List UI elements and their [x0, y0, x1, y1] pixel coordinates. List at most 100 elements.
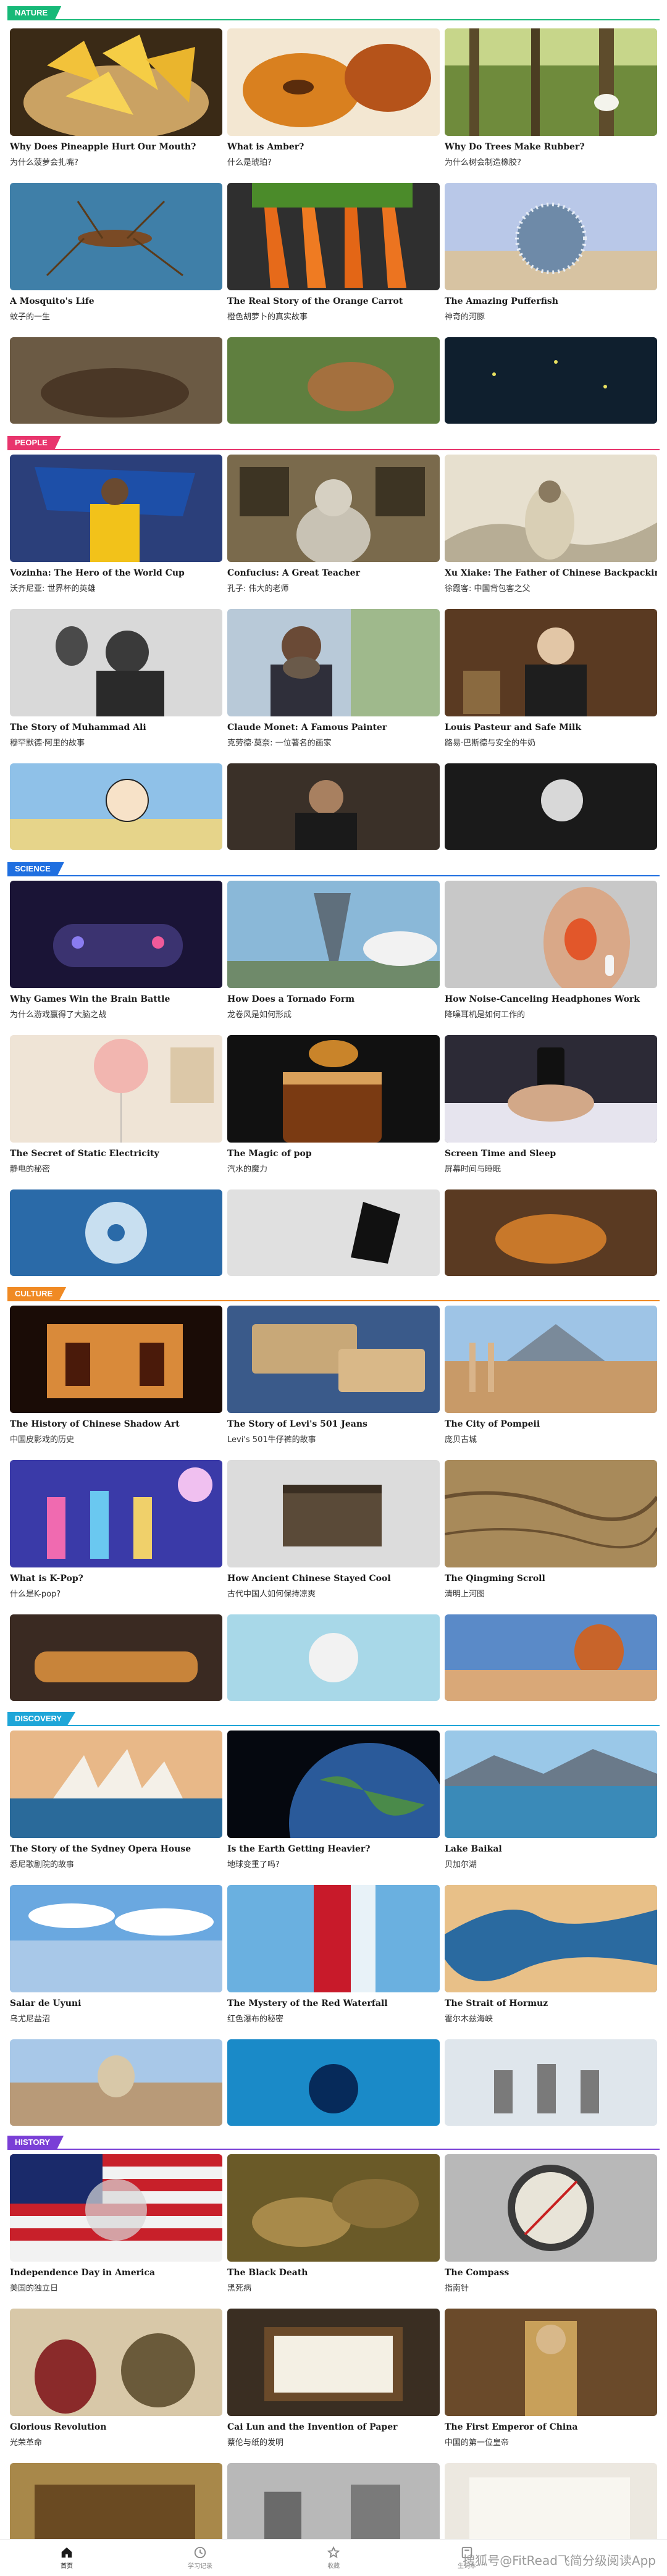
article-thumbnail: [445, 1731, 657, 1838]
article-title-en: The Secret of Static Electricity: [10, 1149, 159, 1159]
article-title-en: The Black Death: [227, 2268, 308, 2278]
article-thumbnail: [227, 2039, 440, 2126]
article-title-zh: 光荣革命: [10, 2438, 43, 2448]
article-thumbnail: [10, 1614, 222, 1701]
article-thumbnail: [227, 763, 440, 850]
section-divider: [7, 1300, 660, 1301]
article-thumbnail: [227, 1306, 440, 1413]
section-header: DISCOVERY: [0, 1712, 667, 1727]
article-title-zh: 蔡伦与纸的发明: [227, 2438, 284, 2448]
article-title-zh: 乌尤尼盐沼: [10, 2015, 51, 2024]
article-thumbnail: [227, 1885, 440, 1992]
article-title-en: The Real Story of the Orange Carrot: [227, 296, 403, 306]
article-title-en: The City of Pompeii: [445, 1419, 540, 1429]
article-title-zh: 中国皮影戏的历史: [10, 1435, 75, 1445]
article-title-zh: 悉尼歌剧院的故事: [10, 1860, 75, 1869]
article-title-en: Claude Monet: A Famous Painter: [227, 723, 387, 732]
article-thumbnail: [445, 1460, 657, 1567]
article-thumbnail: [10, 183, 222, 290]
article-thumbnail: [445, 28, 657, 136]
article-thumbnail: [10, 2039, 222, 2126]
article-title-en: Why Do Trees Make Rubber?: [445, 142, 585, 152]
article-title-en: Vozinha: The Hero of the World Cup: [10, 568, 185, 578]
section-tag: NATURE: [7, 6, 62, 20]
article-title-en: What is Amber?: [227, 142, 304, 152]
nav-label: 收藏: [327, 2563, 340, 2570]
article-title-en: Independence Day in America: [10, 2268, 155, 2278]
article-thumbnail: [10, 1035, 222, 1143]
article-title-en: The Amazing Pufferfish: [445, 296, 558, 306]
section-header: NATURE: [0, 6, 667, 21]
article-title-zh: 什么是K-pop?: [10, 1590, 61, 1599]
article-title-en: Why Games Win the Brain Battle: [10, 994, 170, 1004]
article-title-en: Is the Earth Getting Heavier?: [227, 1844, 371, 1854]
article-title-zh: 静电的秘密: [10, 1165, 51, 1174]
article-thumbnail: [227, 28, 440, 136]
article-title-zh: 中国的第一位皇帝: [445, 2438, 510, 2448]
article-title-en: The Story of Levi's 501 Jeans: [227, 1419, 367, 1429]
article-title-zh: 为什么菠萝会扎嘴?: [10, 158, 78, 167]
article-thumbnail: [227, 1731, 440, 1838]
article-thumbnail: [445, 609, 657, 716]
article-title-en: Lake Baikal: [445, 1844, 502, 1854]
article-thumbnail: [445, 2039, 657, 2126]
article-thumbnail: [445, 1306, 657, 1413]
article-title-en: Confucius: A Great Teacher: [227, 568, 360, 578]
home-icon: [61, 2547, 72, 2558]
article-thumbnail: [10, 1189, 222, 1276]
section-tag: SCIENCE: [7, 862, 64, 876]
article-thumbnail: [227, 881, 440, 988]
article-title-zh: 清明上河图: [445, 1590, 485, 1599]
article-title-en: Glorious Revolution: [10, 2422, 107, 2432]
article-title-en: The First Emperor of China: [445, 2422, 578, 2432]
article-title-en: How Noise-Canceling Headphones Work: [445, 994, 640, 1004]
article-thumbnail: [10, 1731, 222, 1838]
article-title-en: Screen Time and Sleep: [445, 1149, 556, 1159]
article-thumbnail: [445, 763, 657, 850]
article-title-en: Cai Lun and the Invention of Paper: [227, 2422, 398, 2432]
section-divider: [7, 875, 660, 876]
article-title-zh: 庞贝古城: [445, 1435, 477, 1445]
article-title-zh: 橙色胡萝卜的真实故事: [227, 313, 308, 322]
article-title-zh: 地球变重了吗?: [227, 1860, 280, 1869]
article-thumbnail: [10, 609, 222, 716]
article-thumbnail: [10, 2154, 222, 2262]
article-thumbnail: [445, 881, 657, 988]
article-thumbnail: [227, 2154, 440, 2262]
article-title-zh: 黑死病: [227, 2284, 252, 2293]
section-divider: [7, 449, 660, 450]
nav-favorites[interactable]: 收藏: [296, 2543, 371, 2574]
section-tag: CULTURE: [7, 1287, 67, 1301]
article-title-zh: 穆罕默德·阿里的故事: [10, 739, 85, 748]
article-thumbnail: [10, 455, 222, 562]
article-title-zh: 汽水的魔力: [227, 1165, 268, 1174]
article-title-en: The Qingming Scroll: [445, 1574, 545, 1584]
article-thumbnail: [445, 455, 657, 562]
article-thumbnail: [445, 1035, 657, 1143]
article-thumbnail: [10, 881, 222, 988]
article-title-zh: 为什么树会制造橡胶?: [445, 158, 521, 167]
article-thumbnail: [445, 2309, 657, 2416]
section-tag: PEOPLE: [7, 436, 61, 450]
article-title-zh: Levi's 501牛仔裤的故事: [227, 1435, 316, 1445]
bottom-navigation: 首页 学习记录 收藏 生词本 搜狐号@FitRead飞简分级阅读App: [0, 2539, 667, 2576]
star-icon: [327, 2546, 340, 2559]
article-thumbnail: [227, 1035, 440, 1143]
article-title-zh: 神奇的河豚: [445, 313, 485, 322]
article-title-zh: 蚊子的一生: [10, 313, 51, 322]
nav-home[interactable]: 首页: [30, 2543, 104, 2574]
article-thumbnail: [227, 2463, 440, 2549]
section-tag: HISTORY: [7, 2136, 64, 2149]
article-thumbnail: [10, 2309, 222, 2416]
article-title-zh: 徐霞客: 中国背包客之父: [445, 584, 531, 594]
article-title-zh: 龙卷风是如何形成: [227, 1010, 292, 1020]
article-thumbnail: [227, 1460, 440, 1567]
article-title-en: How Does a Tornado Form: [227, 994, 355, 1004]
section-divider: [7, 19, 660, 20]
article-title-zh: 孔子: 伟大的老师: [227, 584, 289, 594]
nav-history[interactable]: 学习记录: [163, 2543, 237, 2574]
article-title-zh: 屏幕时间与睡眠: [445, 1165, 501, 1174]
article-title-zh: 霍尔木兹海峡: [445, 2015, 493, 2024]
article-title-zh: 降噪耳机是如何工作的: [445, 1010, 526, 1020]
article-thumbnail: [10, 337, 222, 424]
